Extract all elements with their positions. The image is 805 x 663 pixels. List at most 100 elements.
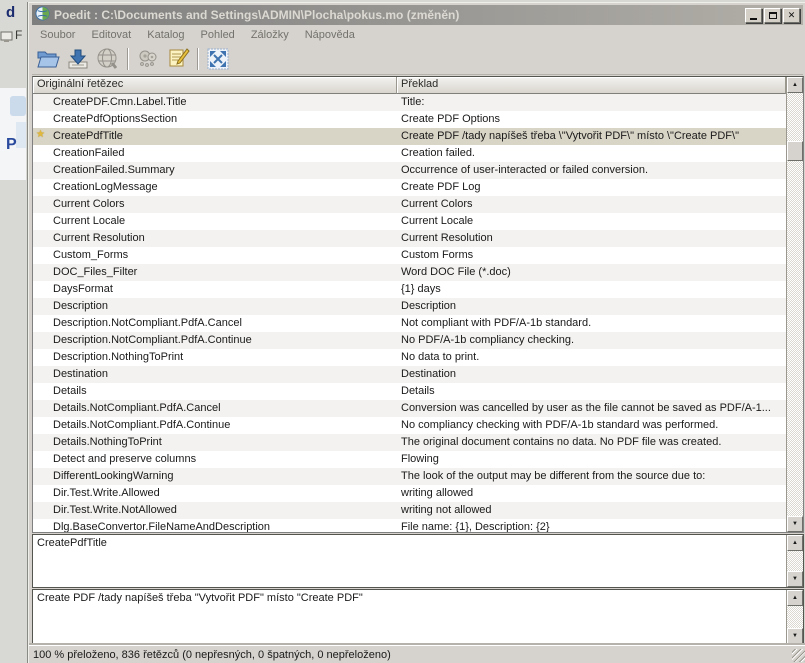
table-row[interactable]: Description.NotCompliant.PdfA.ContinueNo… bbox=[33, 332, 786, 349]
resize-grip[interactable] bbox=[792, 649, 805, 662]
table-row[interactable]: CreatePdfOptionsSectionCreate PDF Option… bbox=[33, 111, 786, 128]
table-row[interactable]: DetailsDetails bbox=[33, 383, 786, 400]
translation-cell[interactable]: Conversion was cancelled by user as the … bbox=[397, 400, 786, 417]
table-row[interactable]: Custom_FormsCustom Forms bbox=[33, 247, 786, 264]
scroll-up-icon[interactable]: ▲ bbox=[787, 77, 803, 93]
translation-cell[interactable]: Title: bbox=[397, 94, 786, 111]
translation-cell[interactable]: Custom Forms bbox=[397, 247, 786, 264]
translation-cell[interactable]: {1} days bbox=[397, 281, 786, 298]
translation-cell[interactable]: The original document contains no data. … bbox=[397, 434, 786, 451]
table-row[interactable]: DescriptionDescription bbox=[33, 298, 786, 315]
open-button[interactable] bbox=[34, 45, 61, 72]
source-string-cell[interactable]: Current Resolution bbox=[49, 230, 397, 247]
translation-text-input[interactable]: Create PDF /tady napíšeš třeba "Vytvořit… bbox=[33, 590, 786, 644]
source-string-cell[interactable]: CreatePDF.Cmn.Label.Title bbox=[49, 94, 397, 111]
table-row[interactable]: CreatePDF.Cmn.Label.TitleTitle: bbox=[33, 94, 786, 111]
table-row[interactable]: Dlg.BaseConvertor.FileNameAndDescription… bbox=[33, 519, 786, 532]
translation-cell[interactable]: Destination bbox=[397, 366, 786, 383]
translation-cell[interactable]: Occurrence of user-interacted or failed … bbox=[397, 162, 786, 179]
table-row[interactable]: Description.NothingToPrintNo data to pri… bbox=[33, 349, 786, 366]
translation-cell[interactable]: Create PDF Options bbox=[397, 111, 786, 128]
translation-cell[interactable]: Creation failed. bbox=[397, 145, 786, 162]
table-row[interactable]: Current ResolutionCurrent Resolution bbox=[33, 230, 786, 247]
source-string-cell[interactable]: Details.NotCompliant.PdfA.Continue bbox=[49, 417, 397, 434]
source-string-cell[interactable]: CreationFailed bbox=[49, 145, 397, 162]
translation-cell[interactable]: No compliancy checking with PDF/A-1b sta… bbox=[397, 417, 786, 434]
menu-item-nápověda[interactable]: Nápověda bbox=[297, 27, 363, 43]
table-row[interactable]: CreationLogMessageCreate PDF Log bbox=[33, 179, 786, 196]
source-string-cell[interactable]: Details bbox=[49, 383, 397, 400]
scroll-down-icon[interactable]: ▼ bbox=[787, 516, 803, 532]
source-string-cell[interactable]: Current Locale bbox=[49, 213, 397, 230]
translation-cell[interactable]: No data to print. bbox=[397, 349, 786, 366]
translation-scrollbar-track[interactable] bbox=[787, 606, 803, 628]
table-row[interactable]: Current ColorsCurrent Colors bbox=[33, 196, 786, 213]
scroll-up-icon[interactable]: ▲ bbox=[787, 590, 803, 606]
table-scrollbar-track[interactable] bbox=[787, 93, 803, 516]
table-row[interactable]: DaysFormat{1} days bbox=[33, 281, 786, 298]
table-row[interactable]: CreationFailed.SummaryOccurrence of user… bbox=[33, 162, 786, 179]
source-string-cell[interactable]: Dir.Test.Write.Allowed bbox=[49, 485, 397, 502]
translation-cell[interactable]: Current Resolution bbox=[397, 230, 786, 247]
table-row[interactable]: Detect and preserve columnsFlowing bbox=[33, 451, 786, 468]
source-string-cell[interactable]: Current Colors bbox=[49, 196, 397, 213]
column-header-translation[interactable]: Překlad bbox=[397, 77, 786, 94]
fuzzy-button[interactable] bbox=[134, 45, 161, 72]
table-row[interactable]: Details.NotCompliant.PdfA.ContinueNo com… bbox=[33, 417, 786, 434]
translation-cell[interactable]: Current Locale bbox=[397, 213, 786, 230]
table-row[interactable]: Description.NotCompliant.PdfA.CancelNot … bbox=[33, 315, 786, 332]
translation-cell[interactable]: Create PDF /tady napíšeš třeba \"Vytvoři… bbox=[397, 128, 786, 145]
translation-cell[interactable]: writing not allowed bbox=[397, 502, 786, 519]
table-row[interactable]: Details.NothingToPrintThe original docum… bbox=[33, 434, 786, 451]
table-scrollbar-thumb[interactable] bbox=[787, 141, 803, 161]
table-row[interactable]: Dir.Test.Write.Allowedwriting allowed bbox=[33, 485, 786, 502]
table-row[interactable]: DOC_Files_FilterWord DOC File (*.doc) bbox=[33, 264, 786, 281]
source-scrollbar-track[interactable] bbox=[787, 551, 803, 571]
translation-cell[interactable]: Word DOC File (*.doc) bbox=[397, 264, 786, 281]
minimize-button[interactable] bbox=[745, 8, 762, 23]
source-string-cell[interactable]: Description bbox=[49, 298, 397, 315]
source-string-cell[interactable]: CreatePdfOptionsSection bbox=[49, 111, 397, 128]
maximize-button[interactable] bbox=[764, 8, 781, 23]
source-string-cell[interactable]: Dlg.BaseConvertor.FileNameAndDescription bbox=[49, 519, 397, 532]
titlebar[interactable]: Poedit : C:\Documents and Settings\ADMIN… bbox=[32, 5, 803, 25]
source-string-cell[interactable]: Description.NothingToPrint bbox=[49, 349, 397, 366]
translation-cell[interactable]: Current Colors bbox=[397, 196, 786, 213]
comment-button[interactable] bbox=[164, 45, 191, 72]
table-scrollbar[interactable]: ▲ ▼ bbox=[786, 77, 803, 532]
menu-item-záložky[interactable]: Záložky bbox=[243, 27, 297, 43]
translation-cell[interactable]: No PDF/A-1b compliancy checking. bbox=[397, 332, 786, 349]
translation-cell[interactable]: Details bbox=[397, 383, 786, 400]
source-string-cell[interactable]: Custom_Forms bbox=[49, 247, 397, 264]
table-row[interactable]: ★CreatePdfTitleCreate PDF /tady napíšeš … bbox=[33, 128, 786, 145]
source-string-cell[interactable]: Description.NotCompliant.PdfA.Continue bbox=[49, 332, 397, 349]
translation-cell[interactable]: Description bbox=[397, 298, 786, 315]
scroll-down-icon[interactable]: ▼ bbox=[787, 628, 803, 644]
source-string-cell[interactable]: CreationFailed.Summary bbox=[49, 162, 397, 179]
translation-cell[interactable]: writing allowed bbox=[397, 485, 786, 502]
source-string-cell[interactable]: Destination bbox=[49, 366, 397, 383]
translation-cell[interactable]: File name: {1}, Description: {2} bbox=[397, 519, 786, 532]
scroll-down-icon[interactable]: ▼ bbox=[787, 571, 803, 587]
menu-item-editovat[interactable]: Editovat bbox=[83, 27, 139, 43]
close-button[interactable]: ✕ bbox=[783, 8, 800, 23]
source-string-cell[interactable]: Detect and preserve columns bbox=[49, 451, 397, 468]
menu-item-soubor[interactable]: Soubor bbox=[32, 27, 83, 43]
source-string-cell[interactable]: CreatePdfTitle bbox=[49, 128, 397, 145]
source-panel-scrollbar[interactable]: ▲ ▼ bbox=[786, 535, 803, 587]
source-string-cell[interactable]: Details.NothingToPrint bbox=[49, 434, 397, 451]
source-string-cell[interactable]: Description.NotCompliant.PdfA.Cancel bbox=[49, 315, 397, 332]
menu-item-katalog[interactable]: Katalog bbox=[139, 27, 192, 43]
source-string-cell[interactable]: Details.NotCompliant.PdfA.Cancel bbox=[49, 400, 397, 417]
source-string-cell[interactable]: DaysFormat bbox=[49, 281, 397, 298]
source-string-cell[interactable]: CreationLogMessage bbox=[49, 179, 397, 196]
column-header-source[interactable]: Originální řetězec bbox=[33, 77, 397, 94]
source-text[interactable]: CreatePdfTitle bbox=[33, 535, 786, 587]
scroll-up-icon[interactable]: ▲ bbox=[787, 535, 803, 551]
menu-item-pohled[interactable]: Pohled bbox=[193, 27, 243, 43]
table-row[interactable]: CreationFailedCreation failed. bbox=[33, 145, 786, 162]
table-row[interactable]: Current LocaleCurrent Locale bbox=[33, 213, 786, 230]
translation-cell[interactable]: The look of the output may be different … bbox=[397, 468, 786, 485]
source-string-cell[interactable]: Dir.Test.Write.NotAllowed bbox=[49, 502, 397, 519]
translation-cell[interactable]: Not compliant with PDF/A-1b standard. bbox=[397, 315, 786, 332]
